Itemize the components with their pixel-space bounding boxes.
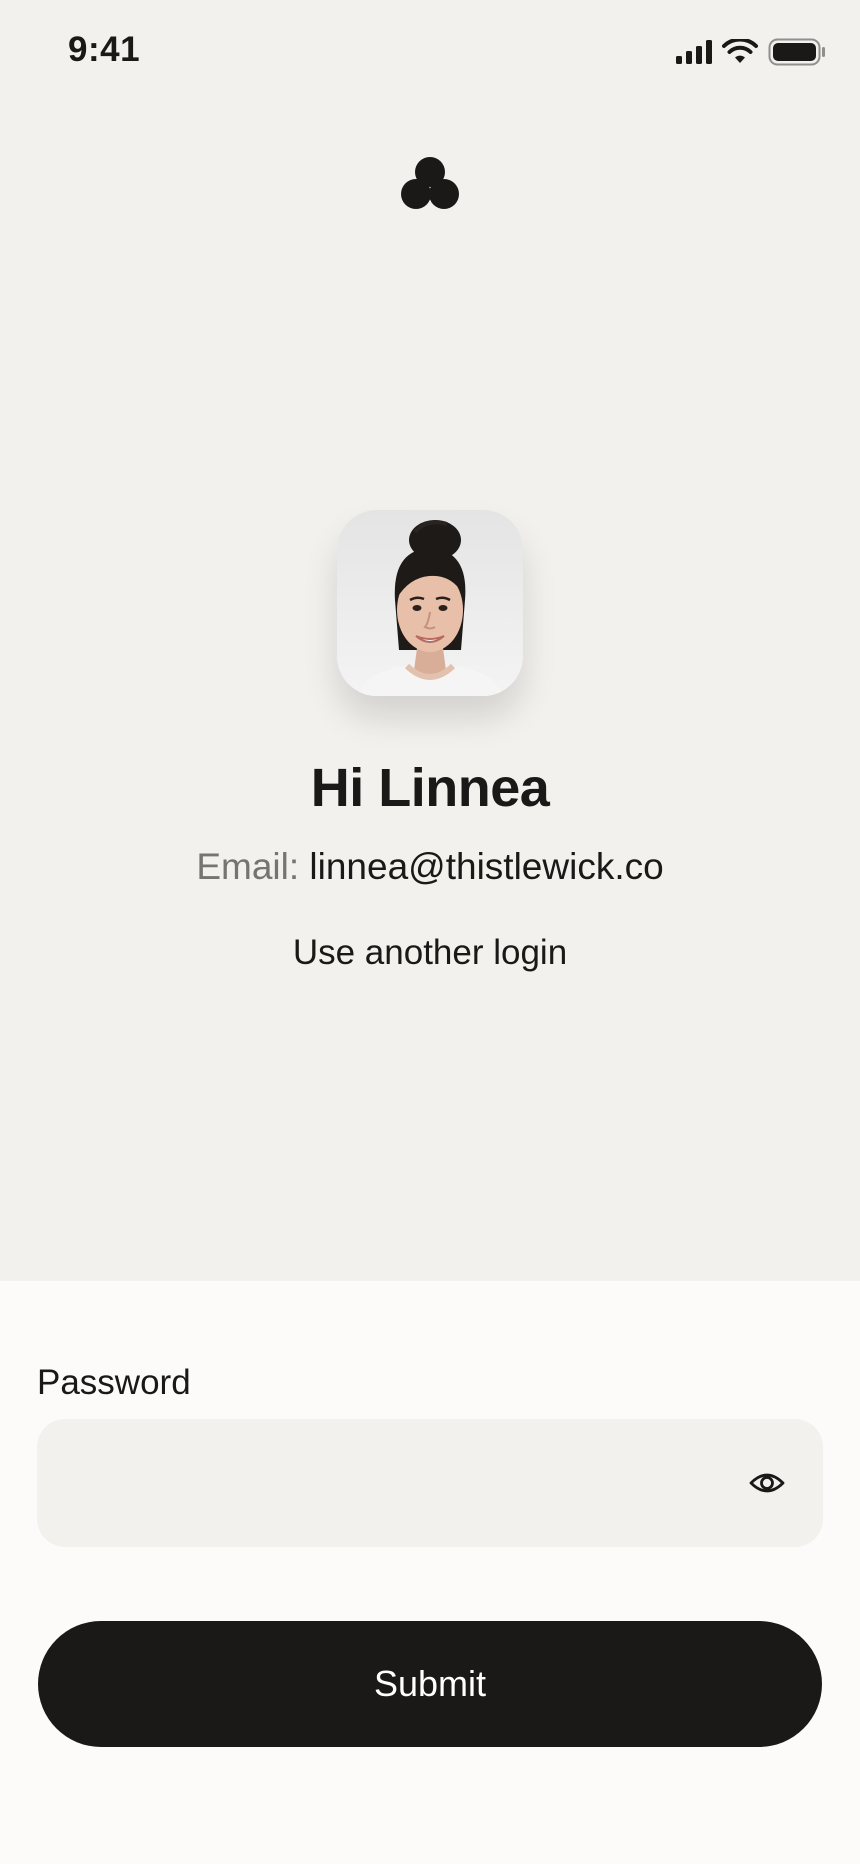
password-sheet: Password Submit xyxy=(0,1281,860,1864)
three-circles-logo-icon xyxy=(401,157,459,209)
wifi-icon xyxy=(722,39,758,63)
greeting-title: Hi Linnea xyxy=(310,758,550,818)
battery-icon xyxy=(768,38,825,66)
status-icons xyxy=(676,38,826,66)
email-line: Email: linnea@thistlewick.co xyxy=(0,844,860,890)
status-bar: 9:41 xyxy=(0,0,860,110)
eye-icon[interactable] xyxy=(749,1465,785,1501)
email-value: linnea@thistlewick.co xyxy=(309,846,664,887)
login-screen: 9:41 Hi Linnea Email: linnea@thistlewick… xyxy=(0,0,860,1864)
password-label: Password xyxy=(37,1363,191,1402)
use-another-login-link[interactable]: Use another login xyxy=(0,930,860,976)
status-time: 9:41 xyxy=(68,30,141,69)
avatar xyxy=(337,510,523,696)
submit-button[interactable]: Submit xyxy=(38,1621,822,1747)
signal-icon xyxy=(676,40,712,64)
email-label: Email: xyxy=(196,846,300,887)
password-field-container[interactable] xyxy=(37,1419,823,1549)
password-input[interactable] xyxy=(65,1419,729,1549)
